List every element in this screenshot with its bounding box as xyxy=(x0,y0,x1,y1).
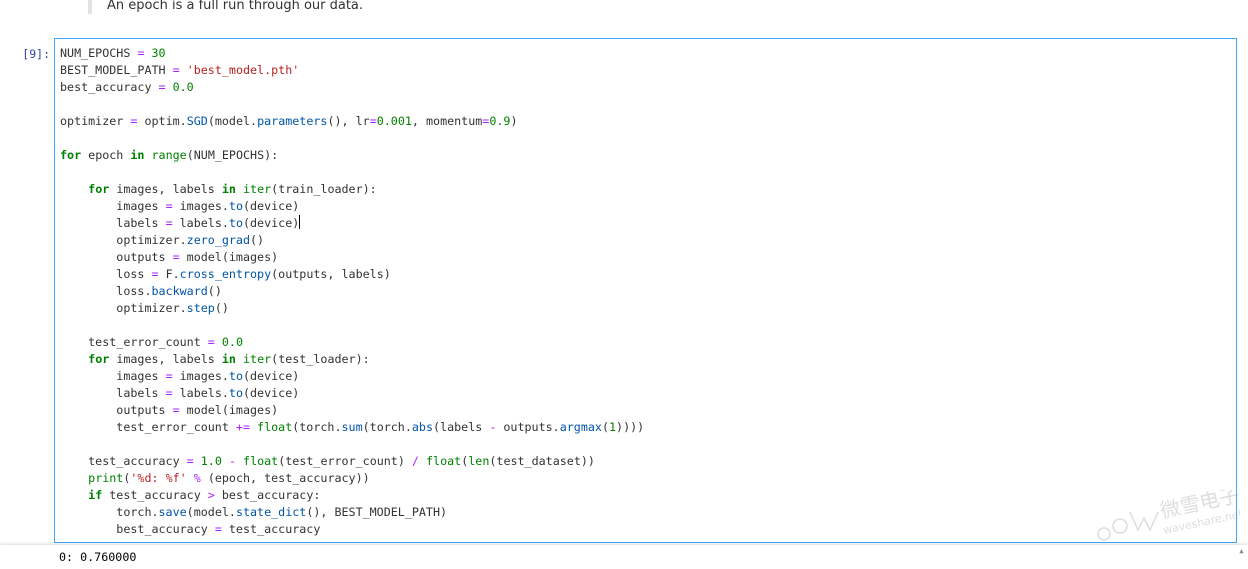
code-line[interactable]: test_accuracy = 1.0 - float(test_error_c… xyxy=(60,453,644,470)
text-cursor xyxy=(299,215,301,229)
code-line[interactable]: best_accuracy = test_accuracy xyxy=(60,521,644,538)
code-line[interactable]: for epoch in range(NUM_EPOCHS): xyxy=(60,147,644,164)
code-line[interactable]: optimizer.zero_grad() xyxy=(60,232,644,249)
code-line[interactable]: torch.save(model.state_dict(), BEST_MODE… xyxy=(60,504,644,521)
code-line[interactable]: ​ xyxy=(60,96,644,113)
code-line[interactable]: test_error_count = 0.0 xyxy=(60,334,644,351)
code-line[interactable]: ​ xyxy=(60,130,644,147)
watermark-logo: 微雪电子 waveshare.net xyxy=(1097,490,1240,541)
code-line[interactable]: NUM_EPOCHS = 30 xyxy=(60,45,644,62)
code-line[interactable]: labels = labels.to(device) xyxy=(60,215,644,232)
code-content[interactable]: NUM_EPOCHS = 30 BEST_MODEL_PATH = 'best_m… xyxy=(60,45,644,538)
code-line[interactable]: optimizer.step() xyxy=(60,300,644,317)
code-line[interactable]: ​ xyxy=(60,436,644,453)
code-line[interactable]: optimizer = optim.SGD(model.parameters()… xyxy=(60,113,644,130)
code-line[interactable]: for images, labels in iter(test_loader): xyxy=(60,351,644,368)
code-line[interactable]: outputs = model(images) xyxy=(60,249,644,266)
code-line[interactable]: images = images.to(device) xyxy=(60,198,644,215)
code-line[interactable]: BEST_MODEL_PATH = 'best_model.pth' xyxy=(60,62,644,79)
code-line[interactable]: best_accuracy = 0.0 xyxy=(60,79,644,96)
code-line[interactable]: ​ xyxy=(60,164,644,181)
code-line[interactable]: images = images.to(device) xyxy=(60,368,644,385)
code-line[interactable]: test_error_count += float(torch.sum(torc… xyxy=(60,419,644,436)
markdown-blockquote: An epoch is a full run through our data. xyxy=(88,0,363,14)
markdown-quote-text: An epoch is a full run through our data. xyxy=(107,0,364,13)
code-line[interactable]: ​ xyxy=(60,317,644,334)
cell-prompt: [9]: xyxy=(22,47,50,61)
code-line[interactable]: print('%d: %f' % (epoch, test_accuracy)) xyxy=(60,470,644,487)
code-line[interactable]: if test_accuracy > best_accuracy: xyxy=(60,487,644,504)
code-cell-editor[interactable]: NUM_EPOCHS = 30 BEST_MODEL_PATH = 'best_m… xyxy=(54,38,1237,543)
code-line[interactable]: for images, labels in iter(train_loader)… xyxy=(60,181,644,198)
code-line[interactable]: outputs = model(images) xyxy=(60,402,644,419)
code-line[interactable]: loss = F.cross_entropy(outputs, labels) xyxy=(60,266,644,283)
code-line[interactable]: labels = labels.to(device) xyxy=(60,385,644,402)
output-text: 0: 0.760000 xyxy=(59,550,137,564)
output-area: 0: 0.760000 ▲ xyxy=(0,545,1248,569)
code-line[interactable]: loss.backward() xyxy=(60,283,644,300)
